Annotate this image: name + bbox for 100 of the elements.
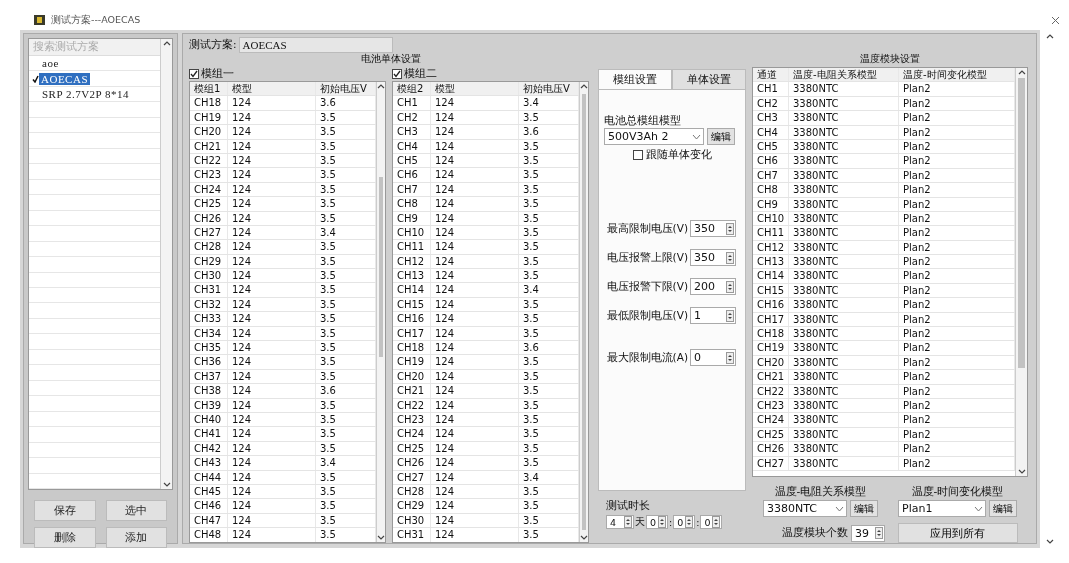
spinner-icon[interactable] [624,516,632,528]
table-cell: 124 [228,225,316,240]
table-cell: 124 [431,441,519,456]
action-button[interactable]: 添加 [105,527,167,548]
number-field[interactable]: 0 [700,515,723,529]
spinner-icon[interactable] [658,516,666,528]
scroll-down-icon[interactable] [1017,469,1026,474]
table-cell: 3380NTC [789,168,899,183]
caret-icon[interactable] [692,133,701,140]
checkbox[interactable] [632,150,643,160]
table-cell: 124 [431,513,519,528]
table-cell: CH38 [190,384,228,398]
table-cell: CH10 [753,211,789,226]
spinner-icon[interactable] [726,222,734,235]
number-field[interactable]: 4 [606,515,634,529]
table-cell: 124 [228,341,316,355]
number-field[interactable]: 350 [690,220,736,237]
table-cell: CH22 [753,384,789,398]
scroll-up-icon[interactable] [1017,70,1026,75]
table-cell: 124 [431,427,519,441]
apply-button[interactable]: 应用到所有 [897,523,1018,543]
table-cell: 3380NTC [789,384,899,398]
number-field[interactable]: 1 [690,307,736,324]
table-cell: 124 [431,413,519,427]
scrollbar[interactable] [376,82,385,542]
number-field[interactable]: 0 [690,349,736,366]
number-field[interactable]: 0 [646,515,668,529]
scroll-down-icon[interactable] [580,535,588,540]
scroll-down-icon[interactable] [1046,539,1054,544]
number-field[interactable]: 350 [690,249,736,266]
scrollbar[interactable] [1015,68,1027,476]
table-cell: CH48 [190,528,228,542]
unit-label: 天 [635,515,645,529]
table-cell: 124 [431,528,519,542]
spinner-icon[interactable] [726,309,734,322]
spinner-icon[interactable] [726,251,734,264]
table-cell: 124 [228,413,316,427]
table-cell: 3380NTC [789,413,899,427]
table-cell: CH26 [393,456,431,470]
column-header: 通道 [753,68,789,82]
checkbox[interactable] [392,69,402,79]
search-field[interactable]: 搜索测试方案 [29,39,160,56]
number-field[interactable]: 200 [690,278,736,295]
caret-icon[interactable] [974,505,983,512]
table-cell: 3380NTC [789,427,899,442]
action-button[interactable]: 保存 [34,500,96,521]
scrollbar[interactable] [160,39,172,489]
spinner-icon[interactable] [712,516,721,528]
table-cell: 124 [431,197,519,211]
action-button[interactable]: 选中 [105,500,167,521]
scroll-up-icon[interactable] [377,84,385,89]
tab[interactable]: 单体设置 [672,69,746,89]
list-item[interactable]: AOECAS [39,72,90,85]
edit-button[interactable]: 编辑 [850,500,878,517]
table-cell: 124 [228,254,316,269]
table-cell: CH10 [393,225,431,240]
spinner-icon[interactable] [726,280,734,293]
field-label: 测试时长 [606,499,651,513]
spinner-icon[interactable] [875,527,883,539]
number-field[interactable]: 39 [851,524,885,542]
model-dropdown[interactable]: 500V3Ah 2 [604,128,704,145]
list-item[interactable]: SRP 2.7V2P 8*14 [40,88,132,101]
table-cell: CH2 [393,110,431,125]
model-dropdown[interactable]: Plan1 [898,500,986,517]
table-cell: CH25 [393,441,431,456]
column-header: 模组2 [393,82,431,96]
spinner-icon[interactable] [685,516,694,528]
table-cell: 3380NTC [789,183,899,197]
scroll-up-icon[interactable] [1046,34,1054,39]
model-dropdown[interactable]: 3380NTC [763,500,847,517]
scroll-up-icon[interactable] [580,84,588,89]
table-cell: 3380NTC [789,211,899,226]
table-cell: CH45 [190,484,228,499]
caret-icon[interactable] [835,505,844,512]
table-cell: CH1 [753,82,789,96]
scroll-up-icon[interactable] [162,41,171,46]
window-title: 测试方案---AOECAS [51,13,142,27]
number-field[interactable]: 0 [673,515,696,529]
table-cell: CH20 [190,125,228,139]
scrollbar[interactable] [579,82,588,542]
table-cell: CH24 [393,427,431,441]
table-cell: 124 [431,110,519,125]
table-cell: CH30 [190,269,228,283]
scroll-down-icon[interactable] [377,535,385,540]
plan-name-field[interactable]: AOECAS [238,37,393,53]
checkbox[interactable] [189,69,199,79]
edit-button[interactable]: 编辑 [707,128,735,145]
table-cell: 124 [431,153,519,168]
close-icon[interactable] [1051,15,1060,25]
edit-button[interactable]: 编辑 [989,500,1017,517]
table-cell: 124 [228,211,316,225]
table-cell: CH21 [753,370,789,384]
list-item[interactable]: aoe [40,57,61,70]
scroll-down-icon[interactable] [162,482,171,487]
table-cell: 124 [431,254,519,269]
spinner-icon[interactable] [726,351,734,364]
action-button[interactable]: 删除 [34,527,96,548]
table-cell: 124 [228,384,316,398]
tab[interactable]: 模组设置 [598,69,672,89]
table-cell: CH12 [393,254,431,269]
